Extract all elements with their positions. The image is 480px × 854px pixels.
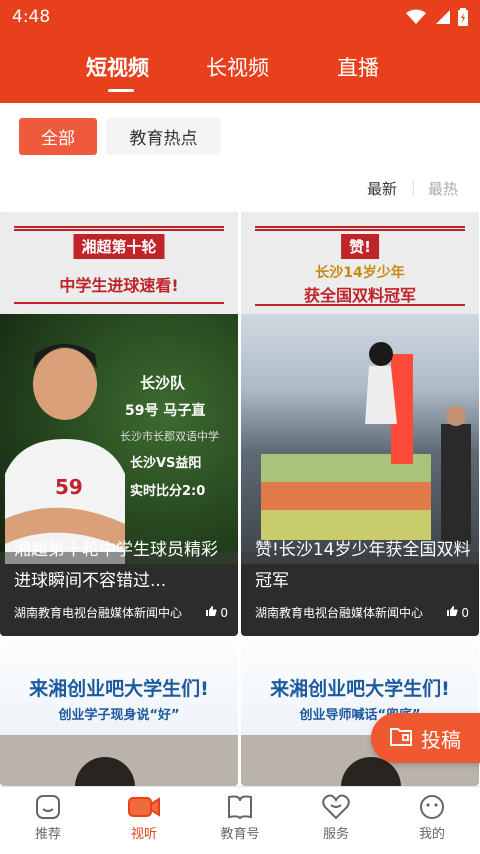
card-banner: 湘超第十轮 中学生进球速看!	[0, 212, 238, 314]
battery-icon	[458, 8, 468, 26]
card-title: 湘超第十轮中学生球员精彩进球瞬间不容错过...	[14, 540, 218, 591]
video-card[interactable]: 赞! 长沙14岁少年 获全国双料冠军 赞!长沙14岁少年获全国双料冠军 湖南教育…	[241, 212, 479, 636]
wifi-icon	[406, 9, 426, 24]
video-type-tabs: 短视频 长视频 直播	[0, 34, 480, 103]
filter-chip-education-hot[interactable]: 教育热点	[106, 118, 221, 155]
nav-label: 服务	[322, 827, 349, 842]
photo-text: 59号 马子直	[125, 403, 206, 419]
card-footer: 湖南教育电视台融媒体新闻中心 0	[14, 604, 228, 621]
trampoline-photo	[261, 342, 471, 544]
photo-text: 长沙VS益阳	[130, 456, 202, 471]
nav-label: 推荐	[34, 827, 61, 842]
nav-label: 视听	[130, 827, 157, 842]
thumbs-up-icon[interactable]	[446, 605, 459, 620]
app-screen: 4:48 短视频 长视频 直播 全部 教育热点 最新 最热 湘超第十轮 中学生进…	[0, 0, 480, 854]
status-time: 4:48	[12, 7, 51, 27]
card-like-count: 0	[461, 605, 469, 620]
card-banner: 赞! 长沙14岁少年 获全国双料冠军	[241, 212, 479, 314]
book-icon	[228, 795, 252, 820]
nav-mine[interactable]: 我的	[384, 793, 480, 842]
photo-text: 长沙市长郡双语中学	[120, 430, 219, 443]
card-footer: 湖南教育电视台融媒体新闻中心 0	[255, 604, 469, 621]
status-bar: 4:48	[0, 0, 480, 34]
active-tab-indicator	[108, 89, 134, 92]
video-thumbnail	[241, 314, 479, 564]
folder-icon	[389, 725, 413, 752]
card-source: 湖南教育电视台融媒体新闻中心	[14, 606, 183, 620]
card-headline: 来湘创业吧大学生们!	[270, 678, 450, 700]
nav-label: 教育号	[220, 827, 260, 842]
card-like-count: 0	[220, 605, 228, 620]
photo-text: 实时比分2:0	[130, 484, 206, 499]
bottom-nav: 推荐 视听 教育号 服务 我的	[0, 786, 480, 854]
nav-video[interactable]: 视听	[96, 793, 192, 842]
card-source: 湖南教育电视台融媒体新闻中心	[255, 606, 424, 620]
sort-newest[interactable]: 最新	[367, 178, 397, 199]
card-tag: 赞!	[341, 234, 379, 259]
video-card[interactable]: 来湘创业吧大学生们! 创业学子现身说“好”	[0, 640, 238, 786]
signal-icon	[436, 10, 450, 24]
video-thumbnail: 59 长沙队 59号 马子直 长沙市长郡双语中学 长沙VS益阳 实时比分2:0	[0, 314, 238, 564]
face-icon	[420, 795, 444, 819]
card-banner: 来湘创业吧大学生们! 创业学子现身说“好”	[0, 640, 238, 735]
heart-icon	[322, 794, 350, 820]
filter-chip-all[interactable]: 全部	[19, 118, 97, 155]
smile-box-icon	[36, 795, 60, 819]
video-card[interactable]: 湘超第十轮 中学生进球速看! 59 长沙队 59号 马子直 长沙市长郡双语中学 …	[0, 212, 238, 636]
card-title: 赞!长沙14岁少年获全国双料冠军	[255, 540, 471, 591]
card-headline: 中学生进球速看!	[59, 276, 179, 295]
nav-education[interactable]: 教育号	[192, 793, 288, 842]
photo-text: 长沙队	[140, 374, 186, 392]
card-headline: 长沙14岁少年	[315, 265, 405, 281]
card-headline: 获全国双料冠军	[303, 286, 416, 305]
thumbs-up-icon[interactable]	[205, 605, 218, 620]
nav-service[interactable]: 服务	[288, 793, 384, 842]
submit-button[interactable]: 投稿	[371, 713, 480, 763]
video-thumbnail	[0, 735, 238, 786]
tab-short-video[interactable]: 短视频	[86, 52, 149, 82]
tab-live[interactable]: 直播	[337, 52, 379, 82]
status-icons	[406, 8, 468, 26]
sort-divider	[413, 181, 414, 195]
nav-label: 我的	[418, 827, 445, 842]
submit-label: 投稿	[421, 727, 461, 752]
card-tag: 湘超第十轮	[73, 234, 165, 259]
video-camera-icon	[128, 797, 160, 817]
card-headline: 来湘创业吧大学生们!	[29, 678, 209, 700]
nav-recommend[interactable]: 推荐	[0, 793, 96, 842]
svg-text:59: 59	[55, 475, 83, 499]
tab-long-video[interactable]: 长视频	[206, 52, 269, 82]
sort-hottest[interactable]: 最热	[428, 178, 458, 199]
card-subheadline: 创业学子现身说“好”	[58, 708, 180, 723]
